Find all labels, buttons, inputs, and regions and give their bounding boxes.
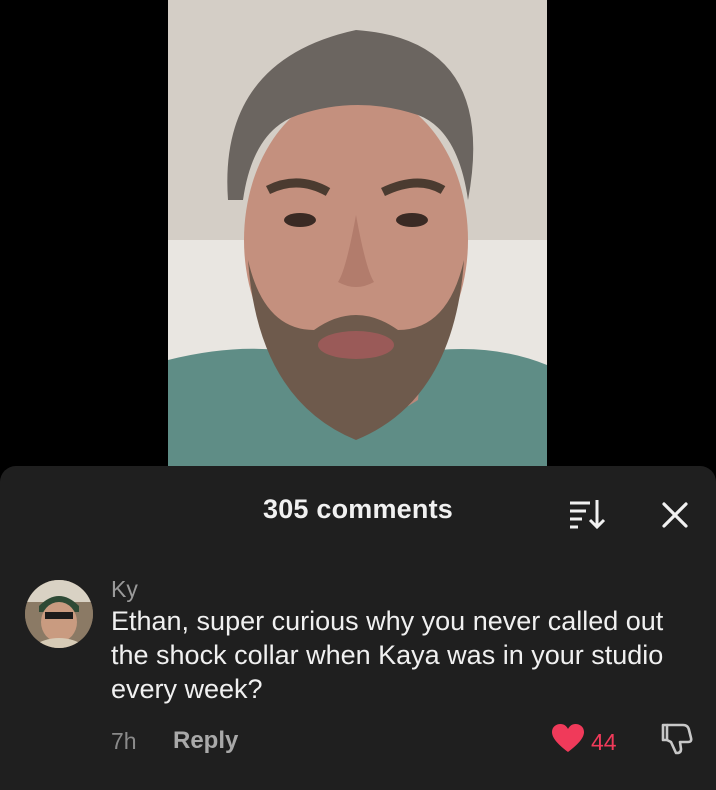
comment-item: Ky Ethan, super curious why you never ca… [0,576,716,786]
comments-sheet: 305 comments Ky Ethan, super curious why… [0,466,716,790]
video-player[interactable] [168,0,547,470]
screen: 305 comments Ky Ethan, super curious why… [0,0,716,790]
dislike-icon[interactable] [659,720,693,756]
like-count: 44 [591,729,617,755]
reply-button[interactable]: Reply [173,727,238,755]
avatar[interactable] [25,580,93,648]
comment-timestamp: 7h [111,728,137,754]
sort-icon[interactable] [568,496,606,530]
close-icon[interactable] [656,496,694,534]
heart-icon[interactable] [551,722,585,756]
comment-actions: 7h Reply 44 [111,723,701,758]
video-frame [168,0,547,470]
comment-username[interactable]: Ky [111,576,138,603]
comments-count-title: 305 comments [263,494,453,524]
comment-text: Ethan, super curious why you never calle… [111,606,664,704]
